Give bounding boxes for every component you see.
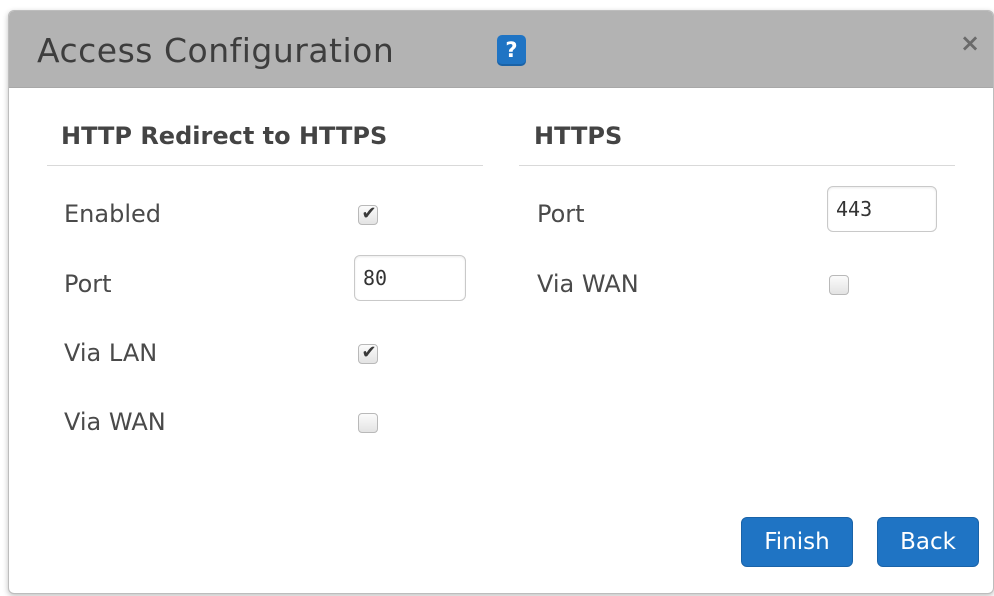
https-via-wan-checkbox[interactable] xyxy=(829,275,849,295)
enabled-checkbox[interactable]: ✔ xyxy=(358,203,378,225)
access-configuration-dialog: Access Configuration ? × HTTP Redirect t… xyxy=(8,10,994,594)
help-icon[interactable]: ? xyxy=(497,35,526,66)
redirect-via-wan-checkbox[interactable] xyxy=(358,413,378,433)
via-lan-label: Via LAN xyxy=(64,339,158,367)
http-redirect-section-title: HTTP Redirect to HTTPS xyxy=(61,122,388,150)
redirect-port-label: Port xyxy=(64,270,112,298)
enabled-label: Enabled xyxy=(64,200,161,228)
https-port-label: Port xyxy=(537,200,585,228)
enabled-check-icon: ✔ xyxy=(361,203,377,224)
dialog-titlebar: Access Configuration ? × xyxy=(9,11,993,88)
close-icon[interactable]: × xyxy=(959,29,981,57)
finish-button[interactable]: Finish xyxy=(741,517,853,567)
https-section-title: HTTPS xyxy=(534,122,623,150)
http-redirect-divider xyxy=(47,165,483,166)
dialog-title: Access Configuration xyxy=(37,31,395,70)
redirect-port-input[interactable] xyxy=(354,255,466,301)
https-port-input[interactable] xyxy=(827,186,937,232)
via-lan-checkbox[interactable]: ✔ xyxy=(358,342,378,364)
via-lan-check-icon: ✔ xyxy=(361,342,377,363)
redirect-via-wan-label: Via WAN xyxy=(64,408,166,436)
back-button[interactable]: Back xyxy=(877,517,979,567)
https-divider xyxy=(519,165,955,166)
https-via-wan-label: Via WAN xyxy=(537,270,639,298)
page: Access Configuration ? × HTTP Redirect t… xyxy=(0,0,994,596)
